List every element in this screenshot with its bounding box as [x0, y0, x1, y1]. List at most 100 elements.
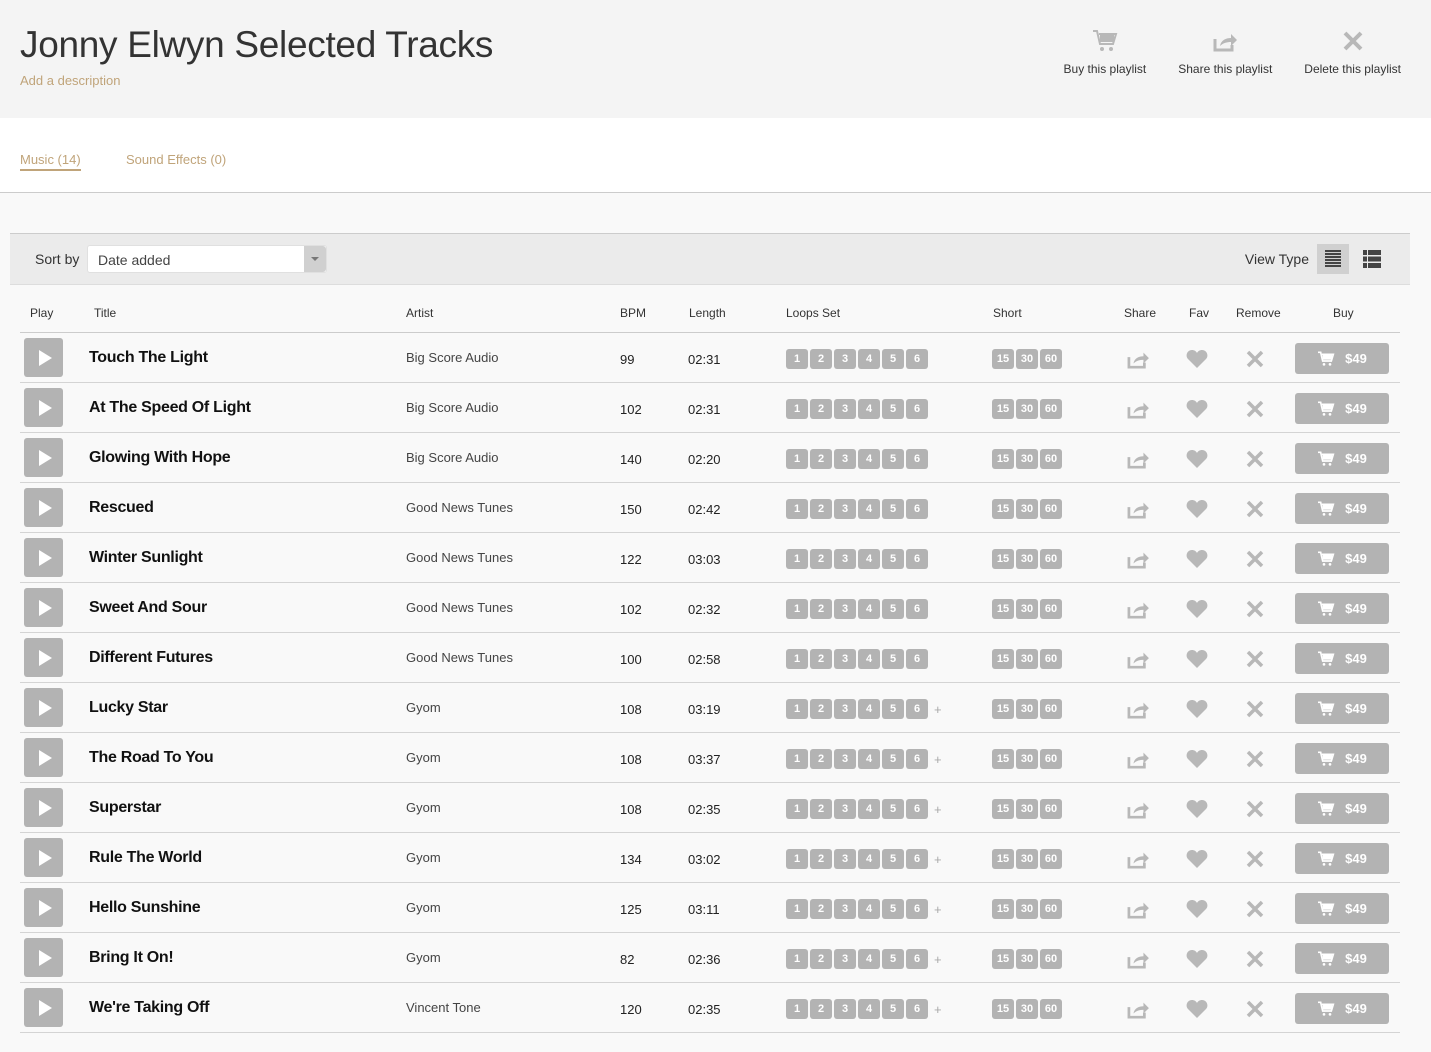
- short-chip[interactable]: 15: [992, 449, 1014, 469]
- share-icon[interactable]: [1126, 849, 1150, 874]
- add-description-link[interactable]: Add a description: [20, 73, 120, 88]
- loop-chip[interactable]: 1: [786, 599, 808, 619]
- loop-chip[interactable]: 4: [858, 999, 880, 1019]
- loop-chip[interactable]: 3: [834, 899, 856, 919]
- loop-chip[interactable]: 3: [834, 349, 856, 369]
- buy-track-button[interactable]: $49: [1295, 343, 1389, 374]
- loop-chip[interactable]: 5: [882, 549, 904, 569]
- remove-icon[interactable]: [1246, 400, 1264, 423]
- loop-chip[interactable]: 2: [810, 799, 832, 819]
- heart-icon[interactable]: [1186, 550, 1208, 573]
- share-icon[interactable]: [1126, 799, 1150, 824]
- share-icon[interactable]: [1126, 699, 1150, 724]
- short-chip[interactable]: 30: [1016, 899, 1038, 919]
- loop-chip[interactable]: 1: [786, 949, 808, 969]
- loop-chip[interactable]: 3: [834, 699, 856, 719]
- short-chip[interactable]: 30: [1016, 449, 1038, 469]
- loop-chip[interactable]: 4: [858, 949, 880, 969]
- heart-icon[interactable]: [1186, 900, 1208, 923]
- loop-chip[interactable]: 2: [810, 349, 832, 369]
- track-artist[interactable]: Gyom: [406, 900, 441, 915]
- short-chip[interactable]: 30: [1016, 499, 1038, 519]
- loop-chip[interactable]: 1: [786, 649, 808, 669]
- short-chip[interactable]: 60: [1040, 649, 1062, 669]
- loop-chip[interactable]: 6: [906, 749, 928, 769]
- more-loops-icon[interactable]: +: [934, 852, 942, 867]
- loop-chip[interactable]: 6: [906, 399, 928, 419]
- loop-chip[interactable]: 6: [906, 849, 928, 869]
- heart-icon[interactable]: [1186, 450, 1208, 473]
- short-chip[interactable]: 15: [992, 999, 1014, 1019]
- loop-chip[interactable]: 3: [834, 999, 856, 1019]
- short-chip[interactable]: 30: [1016, 949, 1038, 969]
- short-chip[interactable]: 15: [992, 549, 1014, 569]
- play-button[interactable]: [24, 888, 63, 927]
- loop-chip[interactable]: 6: [906, 899, 928, 919]
- short-chip[interactable]: 60: [1040, 799, 1062, 819]
- loop-chip[interactable]: 6: [906, 699, 928, 719]
- loop-chip[interactable]: 2: [810, 999, 832, 1019]
- buy-track-button[interactable]: $49: [1295, 493, 1389, 524]
- play-button[interactable]: [24, 538, 63, 577]
- loop-chip[interactable]: 5: [882, 499, 904, 519]
- buy-track-button[interactable]: $49: [1295, 443, 1389, 474]
- share-icon[interactable]: [1126, 949, 1150, 974]
- track-title[interactable]: Touch The Light: [89, 349, 208, 367]
- loop-chip[interactable]: 5: [882, 349, 904, 369]
- more-loops-icon[interactable]: +: [934, 752, 942, 767]
- view-detailed-list-button[interactable]: [1356, 244, 1388, 274]
- share-icon[interactable]: [1126, 349, 1150, 374]
- heart-icon[interactable]: [1186, 800, 1208, 823]
- play-button[interactable]: [24, 988, 63, 1027]
- remove-icon[interactable]: [1246, 600, 1264, 623]
- track-title[interactable]: Glowing With Hope: [89, 449, 231, 467]
- track-title[interactable]: Hello Sunshine: [89, 899, 201, 917]
- loop-chip[interactable]: 3: [834, 449, 856, 469]
- track-artist[interactable]: Big Score Audio: [406, 400, 499, 415]
- play-button[interactable]: [24, 788, 63, 827]
- loop-chip[interactable]: 2: [810, 449, 832, 469]
- heart-icon[interactable]: [1186, 650, 1208, 673]
- loop-chip[interactable]: 1: [786, 349, 808, 369]
- loop-chip[interactable]: 3: [834, 799, 856, 819]
- buy-track-button[interactable]: $49: [1295, 393, 1389, 424]
- loop-chip[interactable]: 5: [882, 699, 904, 719]
- track-artist[interactable]: Big Score Audio: [406, 450, 499, 465]
- short-chip[interactable]: 15: [992, 649, 1014, 669]
- loop-chip[interactable]: 2: [810, 399, 832, 419]
- remove-icon[interactable]: [1246, 350, 1264, 373]
- buy-track-button[interactable]: $49: [1295, 843, 1389, 874]
- remove-icon[interactable]: [1246, 700, 1264, 723]
- loop-chip[interactable]: 6: [906, 649, 928, 669]
- loop-chip[interactable]: 5: [882, 399, 904, 419]
- loop-chip[interactable]: 6: [906, 599, 928, 619]
- loop-chip[interactable]: 3: [834, 399, 856, 419]
- short-chip[interactable]: 60: [1040, 949, 1062, 969]
- short-chip[interactable]: 60: [1040, 399, 1062, 419]
- loop-chip[interactable]: 6: [906, 949, 928, 969]
- loop-chip[interactable]: 3: [834, 499, 856, 519]
- more-loops-icon[interactable]: +: [934, 702, 942, 717]
- share-icon[interactable]: [1126, 449, 1150, 474]
- play-button[interactable]: [24, 638, 63, 677]
- short-chip[interactable]: 30: [1016, 649, 1038, 669]
- short-chip[interactable]: 60: [1040, 749, 1062, 769]
- loop-chip[interactable]: 2: [810, 849, 832, 869]
- short-chip[interactable]: 15: [992, 949, 1014, 969]
- loop-chip[interactable]: 6: [906, 499, 928, 519]
- heart-icon[interactable]: [1186, 700, 1208, 723]
- track-title[interactable]: Winter Sunlight: [89, 549, 203, 567]
- remove-icon[interactable]: [1246, 650, 1264, 673]
- track-artist[interactable]: Good News Tunes: [406, 650, 513, 665]
- track-artist[interactable]: Good News Tunes: [406, 500, 513, 515]
- play-button[interactable]: [24, 938, 63, 977]
- short-chip[interactable]: 60: [1040, 349, 1062, 369]
- play-button[interactable]: [24, 688, 63, 727]
- short-chip[interactable]: 15: [992, 599, 1014, 619]
- loop-chip[interactable]: 5: [882, 449, 904, 469]
- short-chip[interactable]: 15: [992, 699, 1014, 719]
- loop-chip[interactable]: 2: [810, 499, 832, 519]
- loop-chip[interactable]: 2: [810, 549, 832, 569]
- short-chip[interactable]: 15: [992, 799, 1014, 819]
- more-loops-icon[interactable]: +: [934, 952, 942, 967]
